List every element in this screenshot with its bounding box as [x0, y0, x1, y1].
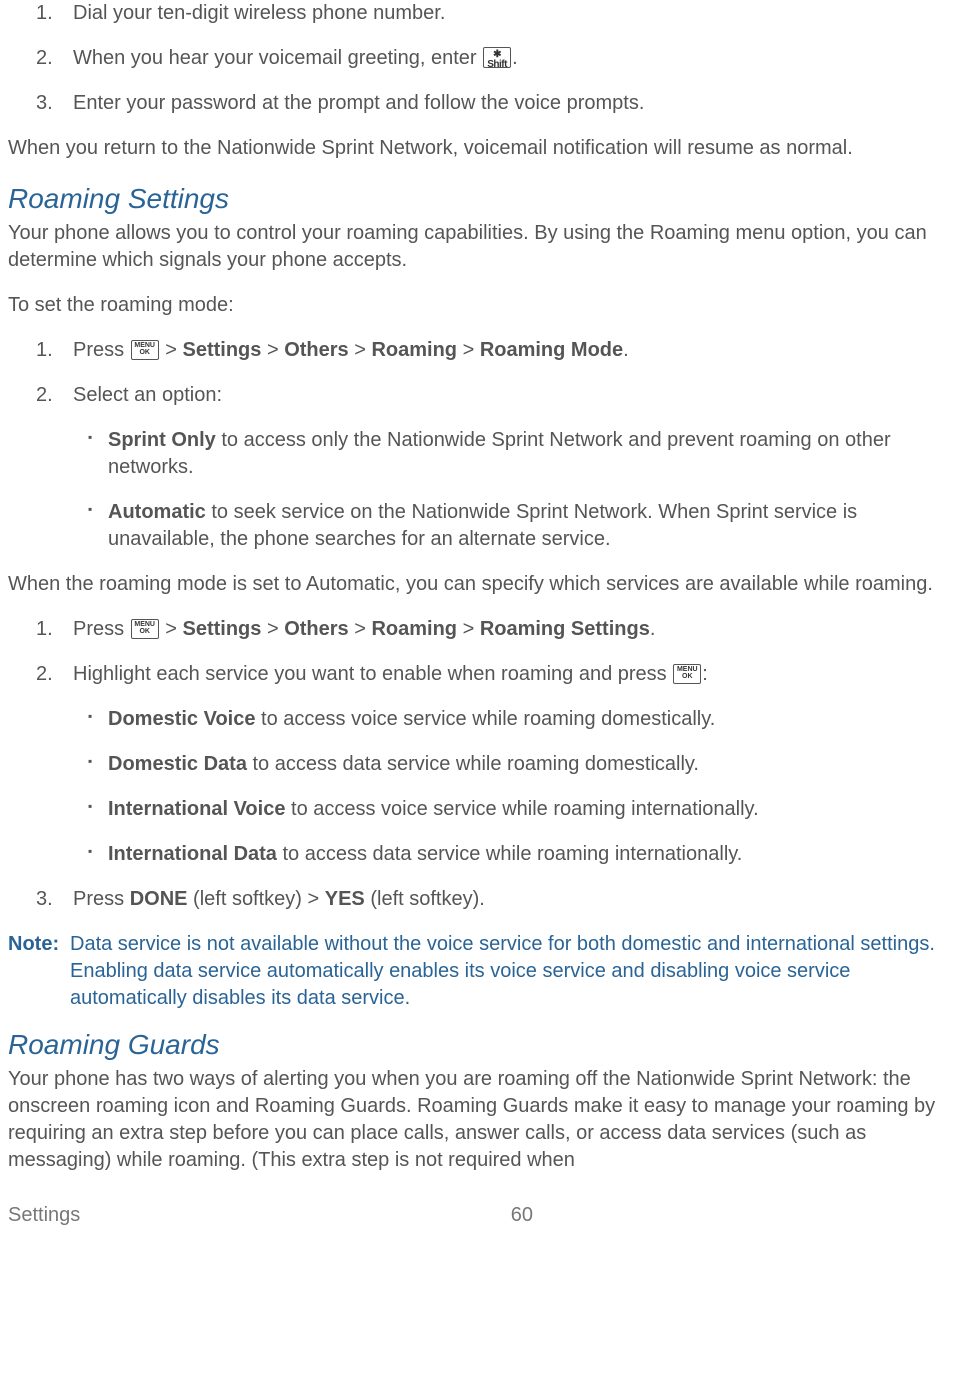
list-item: 1. Press MENUOK > Settings > Others > Ro… [73, 337, 963, 364]
bold: Roaming Settings [480, 618, 650, 640]
note-label: Note: [8, 931, 70, 1012]
sep: > [160, 618, 183, 640]
step-number: 2. [36, 661, 53, 688]
step-number: 2. [36, 45, 53, 72]
step-number: 3. [36, 886, 53, 913]
step-text: When you hear your voicemail greeting, e… [73, 47, 482, 69]
option-name: Sprint Only [108, 429, 216, 451]
paragraph: When the roaming mode is set to Automati… [8, 571, 963, 598]
step-text: Press [73, 618, 130, 640]
option-name: International Voice [108, 798, 285, 820]
heading-roaming-settings: Roaming Settings [8, 180, 963, 218]
menu-ok-key-icon: MENUOK [673, 664, 701, 684]
sep: . [650, 618, 656, 640]
sep: > [349, 618, 372, 640]
star-shift-key-icon: ✱ Shift [483, 47, 511, 68]
roaming-settings-steps: 1. Press MENUOK > Settings > Others > Ro… [8, 616, 963, 913]
list-item: International Data to access data servic… [108, 841, 963, 868]
heading-roaming-guards: Roaming Guards [8, 1026, 963, 1064]
note: Note: Data service is not available with… [8, 931, 963, 1012]
bold: Roaming Mode [480, 339, 623, 361]
bold: Settings [182, 618, 261, 640]
step-text: Highlight each service you want to enabl… [73, 663, 672, 685]
roaming-mode-options: Sprint Only to access only the Nationwid… [73, 427, 963, 553]
sep: > [349, 339, 372, 361]
step-text: . [512, 47, 518, 69]
option-name: Domestic Voice [108, 708, 255, 730]
bold: Roaming [371, 618, 457, 640]
sep: > [160, 339, 183, 361]
roaming-mode-steps: 1. Press MENUOK > Settings > Others > Ro… [8, 337, 963, 553]
bold: DONE [130, 888, 188, 910]
sep: > [457, 618, 480, 640]
step-number: 2. [36, 382, 53, 409]
list-item: Automatic to seek service on the Nationw… [108, 499, 963, 553]
list-item: Sprint Only to access only the Nationwid… [108, 427, 963, 481]
bold: Settings [182, 339, 261, 361]
paragraph: To set the roaming mode: [8, 292, 963, 319]
step-text: Press [73, 888, 130, 910]
step-text: : [702, 663, 708, 685]
menu-ok-key-icon: MENUOK [131, 340, 159, 360]
step-number: 1. [36, 337, 53, 364]
voicemail-steps: 1. Dial your ten-digit wireless phone nu… [8, 0, 963, 117]
step-number: 3. [36, 90, 53, 117]
option-desc: to access voice service while roaming do… [255, 708, 715, 730]
option-name: Automatic [108, 501, 206, 523]
sep: > [261, 618, 284, 640]
list-item: 2. When you hear your voicemail greeting… [73, 45, 963, 72]
option-name: International Data [108, 843, 277, 865]
step-number: 1. [36, 0, 53, 27]
paragraph: When you return to the Nationwide Sprint… [8, 135, 963, 162]
bold: Others [284, 339, 348, 361]
sep: > [261, 339, 284, 361]
list-item: Domestic Voice to access voice service w… [108, 706, 963, 733]
paragraph: Your phone has two ways of alerting you … [8, 1066, 963, 1174]
bold: Others [284, 618, 348, 640]
option-desc: to access data service while roaming dom… [247, 753, 699, 775]
menu-ok-key-icon: MENUOK [131, 619, 159, 639]
roaming-services: Domestic Voice to access voice service w… [73, 706, 963, 868]
step-text: Enter your password at the prompt and fo… [73, 92, 644, 114]
footer-page-number: 60 [511, 1202, 533, 1229]
option-desc: to access voice service while roaming in… [285, 798, 758, 820]
list-item: International Voice to access voice serv… [108, 796, 963, 823]
bold: Roaming [371, 339, 457, 361]
list-item: 3. Press DONE (left softkey) > YES (left… [73, 886, 963, 913]
list-item: 2. Select an option: Sprint Only to acce… [73, 382, 963, 553]
footer-section: Settings [8, 1202, 80, 1229]
sep: > [457, 339, 480, 361]
page-footer: Settings 60 [8, 1202, 963, 1229]
list-item: 1. Dial your ten-digit wireless phone nu… [73, 0, 963, 27]
option-name: Domestic Data [108, 753, 247, 775]
paragraph: Your phone allows you to control your ro… [8, 220, 963, 274]
option-desc: to access data service while roaming int… [277, 843, 742, 865]
list-item: 3. Enter your password at the prompt and… [73, 90, 963, 117]
step-text: (left softkey). [365, 888, 485, 910]
note-body: Data service is not available without th… [70, 931, 963, 1012]
step-text: Dial your ten-digit wireless phone numbe… [73, 2, 445, 24]
step-text: Select an option: [73, 384, 222, 406]
step-text: (left softkey) > [187, 888, 324, 910]
sep: . [623, 339, 629, 361]
option-desc: to access only the Nationwide Sprint Net… [108, 429, 891, 478]
list-item: Domestic Data to access data service whi… [108, 751, 963, 778]
bold: YES [325, 888, 365, 910]
step-text: Press [73, 339, 130, 361]
option-desc: to seek service on the Nationwide Sprint… [108, 501, 857, 550]
step-number: 1. [36, 616, 53, 643]
list-item: 2. Highlight each service you want to en… [73, 661, 963, 868]
list-item: 1. Press MENUOK > Settings > Others > Ro… [73, 616, 963, 643]
